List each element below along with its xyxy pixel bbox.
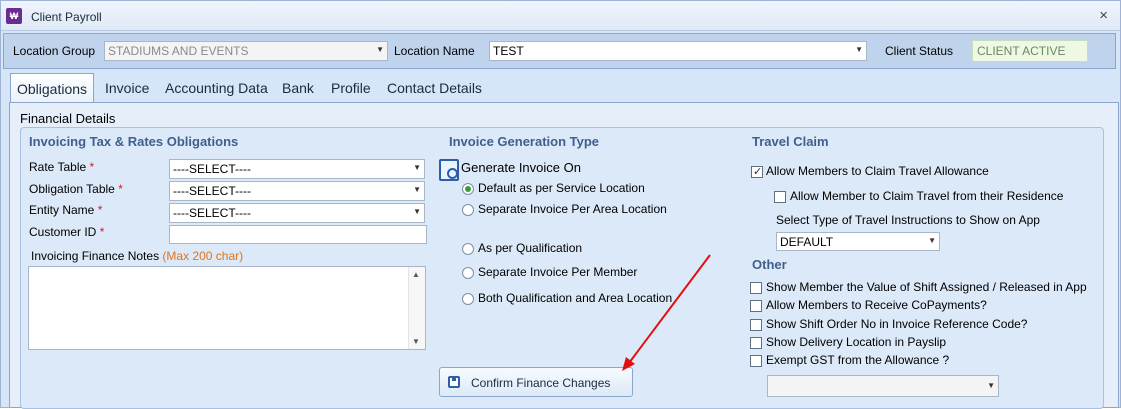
location-name-value: TEST bbox=[493, 44, 524, 58]
window-title: Client Payroll bbox=[31, 10, 102, 24]
obligation-table-select[interactable]: ----SELECT---- ▼ bbox=[169, 181, 425, 201]
radio-both-qualification-area[interactable] bbox=[462, 293, 474, 305]
checkbox-label-allow-residence: Allow Member to Claim Travel from their … bbox=[790, 189, 1064, 203]
confirm-finance-changes-label: Confirm Finance Changes bbox=[471, 376, 611, 390]
obligation-table-value: ----SELECT---- bbox=[173, 184, 251, 198]
chevron-down-icon[interactable]: ▼ bbox=[413, 163, 421, 172]
checkbox-exempt-gst[interactable] bbox=[750, 355, 762, 367]
chevron-down-icon: ▼ bbox=[376, 45, 384, 54]
close-icon[interactable]: × bbox=[1099, 7, 1108, 24]
radio-as-per-qualification[interactable] bbox=[462, 243, 474, 255]
scroll-up-icon[interactable]: ▲ bbox=[412, 270, 420, 279]
checkbox-label-show-shift-value: Show Member the Value of Shift Assigned … bbox=[766, 280, 1087, 294]
tab-invoice[interactable]: Invoice bbox=[105, 73, 149, 103]
location-group-label: Location Group bbox=[13, 44, 96, 58]
checkbox-shift-order-no[interactable] bbox=[750, 319, 762, 331]
customer-id-label: Customer ID * bbox=[29, 225, 104, 239]
rate-table-label-text: Rate Table bbox=[29, 160, 87, 174]
entity-name-label-text: Entity Name bbox=[29, 203, 95, 217]
chevron-down-icon[interactable]: ▼ bbox=[413, 185, 421, 194]
client-payroll-window: ₩ Client Payroll × Location Group STADIU… bbox=[0, 0, 1121, 409]
required-mark: * bbox=[89, 160, 95, 174]
tab-bar: Obligations Invoice Accounting Data Bank… bbox=[9, 73, 1119, 103]
generate-invoice-on-label: Generate Invoice On bbox=[461, 160, 581, 175]
checkbox-allow-travel[interactable] bbox=[751, 165, 763, 178]
finance-notes-label-text: Invoicing Finance Notes bbox=[31, 249, 160, 263]
tab-bank[interactable]: Bank bbox=[282, 73, 314, 103]
checkbox-show-shift-value[interactable] bbox=[750, 282, 762, 294]
confirm-finance-changes-button[interactable]: Confirm Finance Changes bbox=[439, 367, 633, 397]
chevron-down-icon[interactable]: ▼ bbox=[855, 45, 863, 54]
section-title: Financial Details bbox=[20, 111, 116, 126]
customer-id-input[interactable] bbox=[169, 225, 427, 244]
checkbox-label-copayments: Allow Members to Receive CoPayments? bbox=[766, 298, 987, 312]
location-name-label: Location Name bbox=[394, 44, 475, 58]
location-name-select[interactable]: TEST ▼ bbox=[489, 41, 867, 61]
tab-content-panel: Financial Details Invoicing Tax & Rates … bbox=[9, 102, 1119, 409]
rate-table-label: Rate Table * bbox=[29, 160, 94, 174]
checkbox-allow-residence[interactable] bbox=[774, 191, 786, 203]
rate-table-value: ----SELECT---- bbox=[173, 162, 251, 176]
location-group-value: STADIUMS AND EVENTS bbox=[108, 44, 249, 58]
title-bar: ₩ Client Payroll × bbox=[1, 1, 1120, 31]
radio-separate-per-member[interactable] bbox=[462, 267, 474, 279]
invoicing-title: Invoicing Tax & Rates Obligations bbox=[29, 134, 239, 149]
checkbox-label-shift-order-no: Show Shift Order No in Invoice Reference… bbox=[766, 317, 1028, 331]
checkbox-delivery-location[interactable] bbox=[750, 337, 762, 349]
tab-profile[interactable]: Profile bbox=[331, 73, 371, 103]
radio-label-separate-area-location: Separate Invoice Per Area Location bbox=[478, 202, 667, 216]
obligation-table-label: Obligation Table * bbox=[29, 182, 123, 196]
notes-scrollbar[interactable]: ▲ ▼ bbox=[408, 267, 425, 349]
checkbox-label-allow-travel: Allow Members to Claim Travel Allowance bbox=[766, 164, 989, 178]
header-bar: Location Group STADIUMS AND EVENTS ▼ Loc… bbox=[3, 33, 1116, 69]
required-mark: * bbox=[99, 225, 105, 239]
radio-separate-area-location[interactable] bbox=[462, 204, 474, 216]
radio-label-default-service-location: Default as per Service Location bbox=[478, 181, 645, 195]
radio-label-separate-per-member: Separate Invoice Per Member bbox=[478, 265, 638, 279]
radio-label-both-qualification-area: Both Qualification and Area Location bbox=[478, 291, 673, 305]
finance-notes-textarea[interactable]: ▲ ▼ bbox=[28, 266, 426, 350]
checkbox-label-exempt-gst: Exempt GST from the Allowance ? bbox=[766, 353, 950, 367]
scroll-down-icon[interactable]: ▼ bbox=[412, 337, 420, 346]
radio-label-as-per-qualification: As per Qualification bbox=[478, 241, 583, 255]
obligation-table-label-text: Obligation Table bbox=[29, 182, 115, 196]
travel-instructions-label: Select Type of Travel Instructions to Sh… bbox=[776, 213, 1040, 227]
tab-accounting-data[interactable]: Accounting Data bbox=[165, 73, 268, 103]
chevron-down-icon[interactable]: ▼ bbox=[987, 381, 995, 390]
finance-notes-label: Invoicing Finance Notes (Max 200 char) bbox=[31, 249, 243, 263]
travel-instructions-select[interactable]: DEFAULT ▼ bbox=[776, 232, 940, 251]
entity-name-select[interactable]: ----SELECT---- ▼ bbox=[169, 203, 425, 223]
radio-default-service-location[interactable] bbox=[462, 183, 474, 195]
checkbox-label-delivery-location: Show Delivery Location in Payslip bbox=[766, 335, 947, 349]
travel-instructions-value: DEFAULT bbox=[780, 235, 834, 249]
entity-name-value: ----SELECT---- bbox=[173, 206, 251, 220]
chevron-down-icon[interactable]: ▼ bbox=[928, 236, 936, 245]
required-mark: * bbox=[97, 203, 103, 217]
generation-title: Invoice Generation Type bbox=[449, 134, 600, 149]
client-status-label: Client Status bbox=[885, 44, 954, 58]
location-group-select: STADIUMS AND EVENTS ▼ bbox=[104, 41, 388, 61]
lookup-search-icon[interactable] bbox=[439, 159, 459, 181]
client-status-value: CLIENT ACTIVE bbox=[972, 40, 1088, 62]
checkbox-copayments[interactable] bbox=[750, 300, 762, 312]
chevron-down-icon[interactable]: ▼ bbox=[413, 207, 421, 216]
finance-notes-hint: (Max 200 char) bbox=[162, 249, 244, 263]
travel-title: Travel Claim bbox=[752, 134, 829, 149]
entity-name-label: Entity Name * bbox=[29, 203, 102, 217]
gst-allowance-select[interactable]: ▼ bbox=[767, 375, 999, 397]
save-disk-icon bbox=[448, 376, 460, 388]
other-title: Other bbox=[752, 257, 787, 272]
customer-id-label-text: Customer ID bbox=[29, 225, 97, 239]
tab-obligations[interactable]: Obligations bbox=[10, 73, 95, 103]
payroll-app-icon: ₩ bbox=[6, 8, 22, 24]
tab-contact-details[interactable]: Contact Details bbox=[387, 73, 482, 103]
required-mark: * bbox=[118, 182, 123, 196]
rate-table-select[interactable]: ----SELECT---- ▼ bbox=[169, 159, 425, 179]
